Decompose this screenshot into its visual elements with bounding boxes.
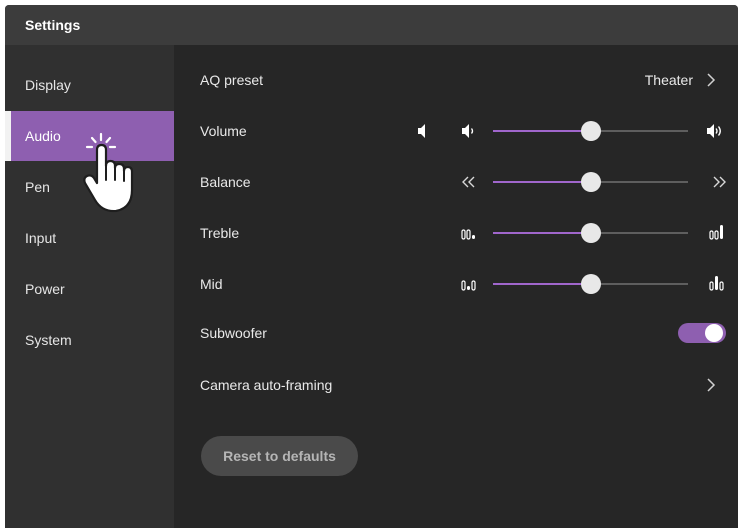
volume-row: Volume (174, 106, 738, 156)
settings-window: Settings Display Audio Pen Input Power S… (5, 5, 738, 528)
speaker-high-icon (707, 124, 721, 138)
sidebar-item-label: Audio (25, 128, 61, 144)
balance-slider[interactable] (493, 172, 688, 192)
sidebar-item-label: Power (25, 281, 65, 297)
mid-row: Mid (174, 259, 738, 309)
treble-slider-thumb[interactable] (580, 223, 601, 243)
volume-label: Volume (200, 123, 247, 139)
sidebar-item-label: Pen (25, 179, 50, 195)
title-bar: Settings (5, 5, 738, 45)
balance-label: Balance (200, 174, 251, 190)
treble-slider[interactable] (493, 223, 688, 243)
mid-low-icon (461, 280, 476, 291)
treble-low-icon (461, 229, 475, 240)
mid-high-icon (709, 276, 724, 291)
subwoofer-row: Subwoofer (174, 308, 738, 358)
camera-auto-framing-row[interactable]: Camera auto-framing (174, 360, 738, 410)
sidebar: Display Audio Pen Input Power System (5, 45, 174, 528)
sidebar-item-power[interactable]: Power (5, 264, 174, 314)
camera-auto-framing-label: Camera auto-framing (200, 377, 333, 393)
subwoofer-label: Subwoofer (200, 325, 267, 341)
double-chevron-left-icon (462, 176, 475, 188)
speaker-low-icon (462, 124, 474, 138)
mid-slider-fill (493, 283, 591, 285)
balance-slider-fill (493, 181, 591, 183)
mid-slider[interactable] (493, 274, 688, 294)
sidebar-item-display[interactable]: Display (5, 60, 174, 110)
chevron-right-icon (707, 73, 716, 87)
volume-slider[interactable] (493, 121, 688, 141)
treble-slider-fill (493, 232, 591, 234)
subwoofer-toggle[interactable] (678, 323, 726, 343)
audio-settings-panel: AQ preset Theater Volume Balance Treble … (174, 45, 738, 528)
hand-pointer-cursor-icon (83, 132, 134, 213)
treble-high-icon (709, 225, 723, 240)
speaker-muted-icon[interactable] (413, 121, 433, 141)
sidebar-item-input[interactable]: Input (5, 213, 174, 263)
sidebar-item-label: Display (25, 77, 71, 93)
mid-slider-thumb[interactable] (580, 274, 601, 294)
balance-slider-thumb[interactable] (580, 172, 601, 192)
mid-label: Mid (200, 276, 223, 292)
chevron-right-icon (707, 378, 716, 392)
aq-preset-label: AQ preset (200, 72, 264, 88)
window-title: Settings (25, 17, 81, 33)
volume-slider-thumb[interactable] (580, 121, 601, 141)
subwoofer-toggle-knob (705, 324, 723, 342)
balance-row: Balance (174, 157, 738, 207)
aq-preset-row[interactable]: AQ preset Theater (174, 55, 738, 105)
treble-label: Treble (200, 225, 240, 241)
sidebar-item-label: Input (25, 230, 57, 246)
treble-row: Treble (174, 208, 738, 258)
double-chevron-right-icon (713, 176, 726, 188)
reset-to-defaults-button[interactable]: Reset to defaults (201, 436, 358, 476)
sidebar-item-label: System (25, 332, 72, 348)
volume-slider-fill (493, 130, 591, 132)
aq-preset-value: Theater (644, 72, 693, 88)
sidebar-item-system[interactable]: System (5, 315, 174, 365)
